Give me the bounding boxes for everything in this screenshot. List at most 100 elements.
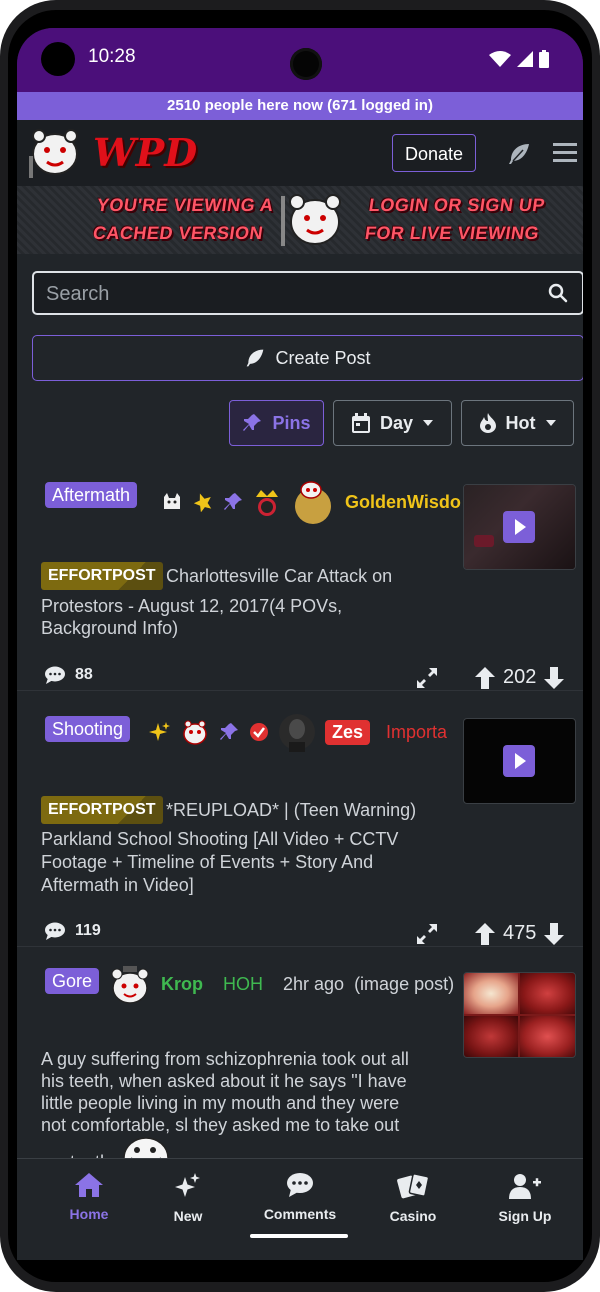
camera-cutout — [41, 42, 75, 76]
online-count-banner: 2510 people here now (671 logged in) — [17, 92, 583, 120]
nav-signup-label: Sign Up — [498, 1208, 552, 1224]
day-label: Day — [379, 412, 414, 433]
comment-count: 119 — [75, 922, 101, 939]
hamburger-menu-button[interactable] — [553, 143, 577, 168]
post-title-line[interactable]: not comfortable, sl they asked me to tak… — [41, 1112, 399, 1138]
verified-badge-icon — [250, 723, 268, 741]
vote-controls: 202 — [475, 666, 565, 689]
fire-icon — [479, 413, 496, 433]
post-flair[interactable]: Gore — [45, 968, 100, 994]
effortpost-badge: EFFORTPOST — [41, 796, 163, 824]
pins-label: Pins — [272, 412, 311, 433]
sparkles-icon — [149, 722, 170, 741]
post-flair[interactable]: Aftermath — [45, 482, 138, 508]
user-info: Krop HOH 2hr ago (image post) — [109, 962, 460, 1006]
post-title-line[interactable]: *REUPLOAD* | (Teen Warning) — [166, 797, 416, 823]
vote-controls: 475 — [475, 922, 565, 945]
feather-icon — [247, 349, 264, 367]
search-box — [32, 271, 583, 315]
upvote-arrow-icon[interactable] — [475, 922, 495, 945]
chevron-down-icon — [423, 420, 434, 426]
expand-icon[interactable] — [417, 668, 437, 688]
post-divider — [17, 946, 583, 947]
battery-icon — [539, 50, 549, 68]
post-thumbnail[interactable] — [463, 484, 576, 570]
nav-new-label: New — [173, 1208, 203, 1224]
post-title-line[interactable]: Aftermath in Video] — [41, 872, 194, 898]
banner-left-text: YOU'RE VIEWING A CACHED VERSION — [91, 191, 276, 247]
user-badges: GoldenWisdo — [161, 480, 461, 524]
nav-comments[interactable]: Comments — [250, 1173, 350, 1222]
cached-version-banner[interactable]: YOU'RE VIEWING A CACHED VERSION LOGIN OR… — [17, 186, 583, 254]
create-post-feather-button[interactable] — [507, 142, 531, 171]
cards-icon — [397, 1173, 430, 1199]
nav-casino[interactable]: Casino — [363, 1173, 463, 1224]
post-type: (image post) — [354, 973, 455, 994]
comment-count: 88 — [75, 666, 93, 683]
banner-right-line2: FOR LIVE VIEWING — [363, 223, 541, 243]
user-badges: Zes Importa — [149, 712, 454, 752]
banner-mascot-icon — [281, 194, 341, 246]
phone-bezel: 10:28 2510 people here now (671 logged i… — [8, 10, 592, 1282]
home-icon — [75, 1173, 103, 1197]
post-title-line[interactable]: Background Info) — [41, 615, 178, 641]
comment-icon — [45, 922, 65, 940]
screen: 10:28 2510 people here now (671 logged i… — [17, 28, 583, 1260]
gold-star-icon — [193, 493, 212, 512]
front-camera — [290, 48, 322, 80]
user-avatar-icon — [279, 714, 315, 752]
nav-comments-label: Comments — [263, 1206, 337, 1222]
banner-left-line1: YOU'RE VIEWING A — [95, 195, 276, 215]
pins-button[interactable]: Pins — [229, 400, 324, 446]
nav-signup[interactable]: Sign Up — [475, 1173, 575, 1224]
user-tag: HOH — [223, 973, 263, 994]
downvote-arrow-icon[interactable] — [544, 666, 565, 689]
post-card[interactable]: Shooting Zes Importa EFFORTPOST *REUPLOA… — [17, 714, 583, 948]
nav-new[interactable]: New — [138, 1173, 238, 1224]
post-username[interactable]: Krop — [161, 974, 203, 995]
create-post-label: Create Post — [275, 347, 371, 368]
user-tag: Importa — [386, 721, 448, 742]
post-divider — [17, 690, 583, 691]
wifi-icon — [489, 51, 511, 67]
user-plus-icon — [509, 1174, 541, 1199]
downvote-arrow-icon[interactable] — [544, 922, 565, 945]
search-icon[interactable] — [548, 283, 568, 303]
post-flair[interactable]: Shooting — [45, 716, 131, 742]
post-thumbnail[interactable] — [463, 972, 576, 1058]
post-username[interactable]: GoldenWisdo — [345, 492, 461, 513]
upvote-arrow-icon[interactable] — [475, 666, 495, 689]
nav-casino-label: Casino — [389, 1208, 437, 1224]
comment-icon — [287, 1173, 313, 1197]
donate-button[interactable]: Donate — [392, 134, 476, 172]
user-avatar-icon — [111, 966, 149, 1004]
banner-left-line2: CACHED VERSION — [91, 223, 265, 243]
status-bar: 10:28 — [17, 28, 583, 92]
phone-frame: 10:28 2510 people here now (671 logged i… — [0, 0, 600, 1292]
sparkles-icon — [175, 1173, 200, 1197]
home-indicator[interactable] — [250, 1234, 348, 1238]
nav-home[interactable]: Home — [39, 1173, 139, 1222]
pin-badge-icon — [220, 723, 238, 740]
post-username[interactable]: Zes — [325, 719, 371, 745]
nav-home-label: Home — [69, 1206, 109, 1222]
create-post-button[interactable]: Create Post — [32, 335, 583, 381]
search-input[interactable] — [44, 279, 528, 309]
logo-text: WPD — [93, 130, 198, 175]
post-card[interactable]: Gore Krop HOH 2hr ago (image post) A guy… — [17, 962, 583, 1179]
post-card[interactable]: Aftermath GoldenWisdo EFFORTPOST Charlot… — [17, 480, 583, 690]
feather-icon — [509, 144, 529, 164]
day-filter-dropdown[interactable]: Day — [333, 400, 452, 446]
comments-link[interactable]: 88 — [45, 666, 93, 684]
post-meta-row: 88 202 — [17, 666, 583, 692]
hot-sort-dropdown[interactable]: Hot — [461, 400, 574, 446]
expand-icon[interactable] — [417, 924, 437, 944]
pin-icon — [243, 414, 262, 431]
post-meta-row: 119 475 — [17, 922, 583, 948]
mascot-badge-icon — [183, 720, 207, 745]
post-thumbnail[interactable] — [463, 718, 576, 804]
post-title-line[interactable]: Charlottesville Car Attack on — [166, 563, 392, 589]
comments-link[interactable]: 119 — [45, 922, 101, 940]
crown-avatar-icon — [256, 490, 278, 516]
effortpost-badge: EFFORTPOST — [41, 562, 163, 590]
